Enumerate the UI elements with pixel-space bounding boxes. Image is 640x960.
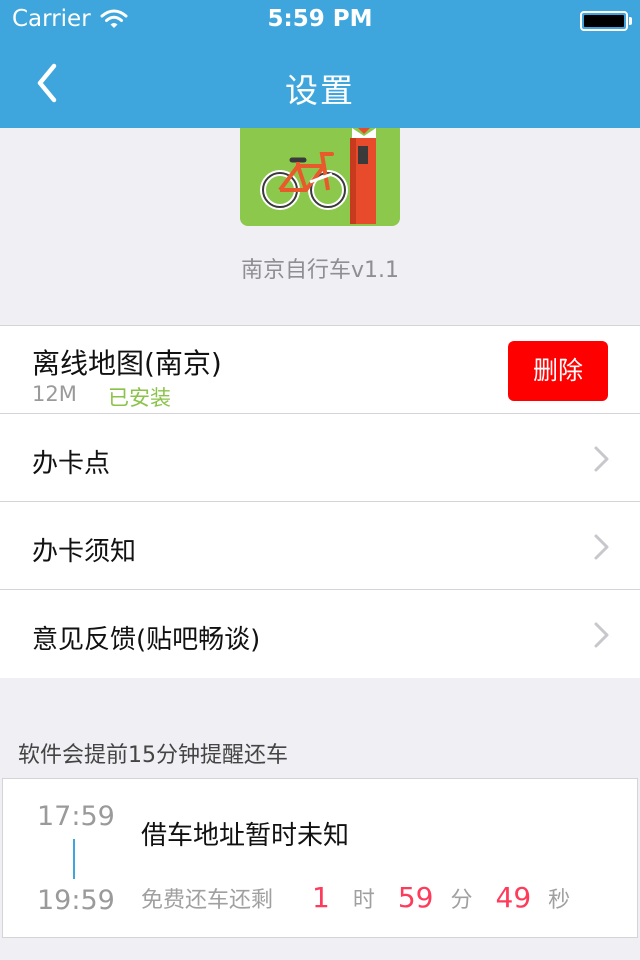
settings-item-feedback[interactable]: 意见反馈(贴吧畅谈) — [0, 590, 640, 678]
timeline-divider — [73, 839, 75, 879]
status-bar: Carrier 5:59 PM — [0, 0, 640, 40]
header: Carrier 5:59 PM 设置 — [0, 0, 640, 128]
settings-item-label: 意见反馈(贴吧畅谈) — [32, 625, 261, 655]
countdown-hours: 1 — [312, 881, 330, 914]
offline-map-title: 离线地图(南京) — [32, 347, 222, 380]
chevron-right-icon — [594, 446, 609, 472]
offline-map-status: 已安装 — [108, 386, 171, 410]
delete-offline-map-button[interactable]: 删除 — [508, 341, 608, 401]
rental-start-time: 17:59 — [37, 801, 115, 832]
battery-icon — [580, 11, 632, 31]
borrow-address: 借车地址暂时未知 — [141, 821, 350, 851]
settings-list: 离线地图(南京) 12M 已安装 删除 办卡点 办卡须知 意见反馈(贴吧畅谈) — [0, 325, 640, 678]
countdown-seconds-unit: 秒 — [548, 888, 571, 913]
return-reminder-hint: 软件会提前15分钟提醒还车 — [18, 743, 288, 768]
rental-end-time: 19:59 — [37, 885, 115, 916]
countdown-hours-unit: 时 — [352, 888, 375, 913]
app-version-label: 南京自行车v1.1 — [240, 258, 399, 283]
settings-item-label: 办卡点 — [32, 449, 111, 479]
bicycle-app-icon — [240, 128, 400, 226]
settings-item-card-notice[interactable]: 办卡须知 — [0, 502, 640, 590]
clock: 5:59 PM — [267, 6, 373, 32]
nav-bar: 设置 — [0, 40, 640, 128]
page-title: 设置 — [285, 71, 355, 110]
settings-item-card-points[interactable]: 办卡点 — [0, 414, 640, 502]
settings-item-label: 办卡须知 — [32, 537, 137, 567]
rental-card: 17:59 19:59 借车地址暂时未知 免费还车还剩 1 时 59 分 49 … — [2, 778, 638, 938]
offline-map-row: 离线地图(南京) 12M 已安装 删除 — [0, 326, 640, 414]
chevron-right-icon — [594, 534, 609, 560]
countdown-prefix: 免费还车还剩 — [141, 888, 274, 913]
chevron-right-icon — [594, 622, 609, 648]
countdown-minutes-unit: 分 — [450, 888, 473, 913]
countdown-minutes: 59 — [397, 881, 434, 914]
free-return-countdown: 免费还车还剩 1 时 59 分 49 秒 — [141, 881, 570, 914]
offline-map-size: 12M — [32, 382, 77, 406]
countdown-seconds: 49 — [495, 881, 532, 914]
